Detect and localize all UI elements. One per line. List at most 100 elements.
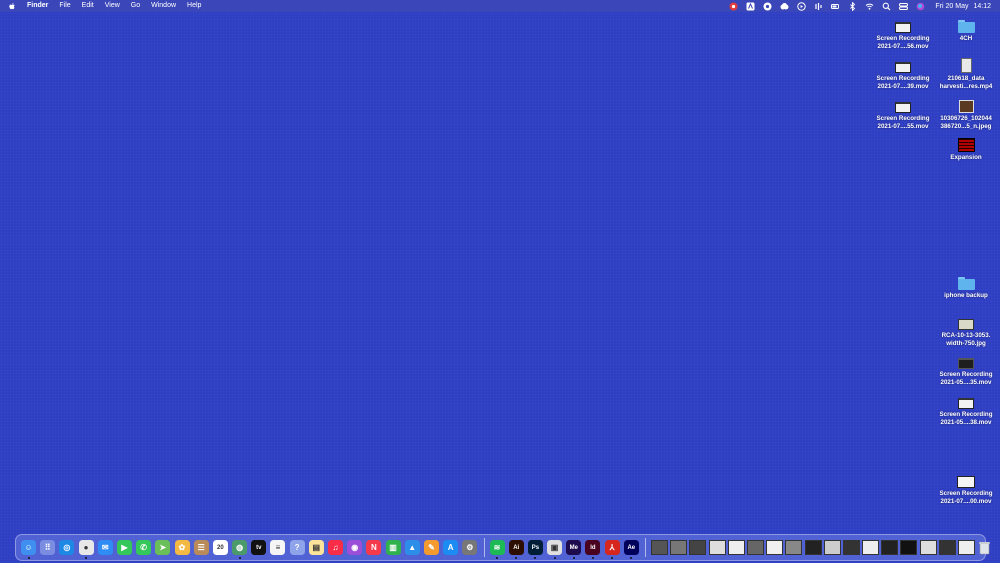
dock-minimized-window-thumbnail[interactable] xyxy=(670,540,688,555)
desktop-file-rca-jpg[interactable]: RCA-10-13-3053. width-750.jpg xyxy=(934,312,998,348)
dock-app-contacts-icon[interactable]: ☰ xyxy=(193,540,209,555)
desktop-file-screen-recording-35[interactable]: Screen Recording 2021-05....35.mov xyxy=(934,351,998,387)
menu-file[interactable]: File xyxy=(59,0,70,12)
dock-app-help-icon[interactable]: ? xyxy=(289,540,305,555)
dock-app-maps-icon[interactable]: ➤ xyxy=(155,540,171,555)
dock-app-indesign-icon[interactable]: Id xyxy=(585,540,601,559)
desktop-drive-expansion[interactable]: Expansion xyxy=(934,134,998,162)
play-icon[interactable] xyxy=(797,1,807,11)
dock-minimized-window-thumbnail[interactable] xyxy=(919,540,937,555)
dock-app-launchpad-icon[interactable]: ⠿ xyxy=(40,540,56,555)
dock-minimized-window-thumbnail[interactable] xyxy=(651,540,668,555)
dock-app-glyph: ● xyxy=(83,543,89,552)
running-indicator xyxy=(534,557,537,559)
dock-app-safari-icon[interactable]: ◎ xyxy=(59,540,75,555)
desktop-file-jpeg-photo[interactable]: 10306726_102044 386720...5_n.jpeg xyxy=(934,95,998,131)
dock-app-notes-icon[interactable]: ▤ xyxy=(308,540,324,555)
desktop-folder-4ch[interactable]: 4CH xyxy=(934,15,998,43)
dock-minimized-window-thumbnail[interactable] xyxy=(727,540,745,555)
dock-app-apple-tv-icon[interactable]: tv xyxy=(251,540,267,555)
dock-app-after-effects-icon[interactable]: Ae xyxy=(623,540,639,559)
file-name-line1: Screen Recording xyxy=(876,115,930,122)
desktop-file-screen-recording-39[interactable]: Screen Recording 2021-07....39.mov xyxy=(871,55,935,91)
dock-app-messages-icon[interactable]: ✆ xyxy=(136,540,152,555)
trash-icon[interactable] xyxy=(977,540,992,555)
desktop-file-screen-recording-38[interactable]: Screen Recording 2021-05....38.mov xyxy=(934,391,998,427)
menu-window[interactable]: Window xyxy=(151,0,176,12)
movie-file-icon xyxy=(957,476,975,488)
dock-app-media-encoder-icon[interactable]: Me xyxy=(566,540,582,559)
dock-minimized-window-thumbnail[interactable] xyxy=(823,540,841,555)
file-name-line2: 2021-07....00.mov xyxy=(940,498,992,505)
record-icon[interactable] xyxy=(729,2,738,11)
text-icon[interactable] xyxy=(746,2,755,11)
dock: ☺ ⠿ ◎ ● ✉ ▶ ✆ ➤ ✿ ☰ 20 ◍ tv ≡? ▤ ♫ ◉ N ▥ ▲ ✎ A ⚙ ≋ Ai Ps ▣ Me Id ⅄ Ae xyxy=(15,534,991,561)
dock-minimized-window-thumbnail[interactable] xyxy=(804,540,822,555)
movie-file-icon xyxy=(958,398,974,409)
file-name-line2: 2021-07....39.mov xyxy=(877,83,929,90)
dock-minimized-window-thumbnail[interactable] xyxy=(746,540,764,555)
desktop-file-screen-recording-56[interactable]: Screen Recording 2021-07....56.mov xyxy=(871,15,935,51)
dock-minimized-window-thumbnail[interactable] xyxy=(842,540,860,555)
running-indicator xyxy=(553,557,556,559)
dock-app-earth-icon[interactable]: ◍ xyxy=(232,540,248,559)
apple-menu-icon[interactable] xyxy=(9,0,19,12)
search-icon[interactable] xyxy=(882,2,891,11)
bluetooth-icon[interactable] xyxy=(848,1,857,11)
dock-app-finder-icon[interactable]: ☺ xyxy=(21,540,36,559)
dock-minimized-window-thumbnail[interactable] xyxy=(785,540,803,555)
dock-app-numbers-icon[interactable]: ▥ xyxy=(385,540,401,555)
creative-cloud-icon[interactable] xyxy=(780,2,789,11)
dock-minimized-window-thumbnail[interactable] xyxy=(881,540,899,555)
dock-app-calendar-icon[interactable]: 20 xyxy=(212,540,228,555)
dock-app-keynote-icon[interactable]: ▲ xyxy=(404,540,420,555)
dock-app-facetime-icon[interactable]: ▶ xyxy=(116,540,132,555)
desktop-file-screen-recording-00[interactable]: Screen Recording 2021-07....00.mov xyxy=(934,470,998,506)
chrome-icon[interactable] xyxy=(763,2,772,11)
dock-minimized-window-thumbnail[interactable] xyxy=(900,540,918,555)
menu-finder[interactable]: Finder xyxy=(27,0,48,12)
file-name-line1: RCA-10-13-3053. xyxy=(941,332,991,339)
file-name-line2: 386720...5_n.jpeg xyxy=(940,123,992,130)
dock-app-glyph: ▥ xyxy=(389,543,397,552)
control-center-icon[interactable] xyxy=(899,2,909,11)
dock-app-glyph: ≋ xyxy=(493,543,501,552)
menu-go[interactable]: Go xyxy=(131,0,140,12)
dock-minimized-window-thumbnail[interactable] xyxy=(766,540,784,555)
dock-minimized-window-thumbnail[interactable] xyxy=(862,540,880,555)
dock-app-glyph: ⠿ xyxy=(44,543,51,552)
dock-minimized-window-thumbnail[interactable] xyxy=(708,540,726,555)
desktop-folder-iphone-backup[interactable]: iphone backup xyxy=(934,272,998,300)
dock-app-pages-icon[interactable]: ✎ xyxy=(423,540,439,555)
dock-app-system-preferences-icon[interactable]: ⚙ xyxy=(462,540,478,555)
dock-app-photoshop-icon[interactable]: Ps xyxy=(527,540,543,559)
dock-app-music-icon[interactable]: ♫ xyxy=(328,540,343,555)
menubar-clock[interactable]: Fri 20 May 14:12 xyxy=(935,3,991,10)
dock-app-chrome-icon[interactable]: ● xyxy=(78,540,94,559)
dock-app-glyph: ◉ xyxy=(351,543,359,552)
siri-icon[interactable] xyxy=(916,2,925,11)
dock-app-reminders-icon[interactable]: ≡ xyxy=(270,540,286,555)
menu-edit[interactable]: Edit xyxy=(82,0,94,12)
file-name-line2: 2021-05....35.mov xyxy=(940,379,992,386)
wifi-icon[interactable] xyxy=(865,2,874,11)
dock-app-acrobat-icon[interactable]: ⅄ xyxy=(604,540,620,559)
dock-app-illustrator-icon[interactable]: Ai xyxy=(508,540,524,559)
dock-minimized-window-thumbnail[interactable] xyxy=(689,540,707,555)
menu-help[interactable]: Help xyxy=(187,0,201,12)
dock-app-podcasts-icon[interactable]: ◉ xyxy=(347,540,363,555)
desktop-file-data-harvesting-mp4[interactable]: 210618_data harvesti...res.mp4 xyxy=(934,55,998,91)
dock-app-preview-icon[interactable]: ▣ xyxy=(547,540,563,559)
dock-app-photos-icon[interactable]: ✿ xyxy=(174,540,190,555)
dock-app-mail-icon[interactable]: ✉ xyxy=(97,540,113,555)
dock-minimized-window-thumbnail[interactable] xyxy=(938,540,956,555)
running-indicator xyxy=(27,557,30,559)
menu-view[interactable]: View xyxy=(105,0,120,12)
desktop-file-screen-recording-55[interactable]: Screen Recording 2021-07....55.mov xyxy=(871,95,935,131)
audio-icon[interactable] xyxy=(814,2,823,11)
dock-minimized-window-thumbnail[interactable] xyxy=(958,540,975,555)
dock-app-spotify-icon[interactable]: ≋ xyxy=(489,540,505,559)
dock-app-app-store-icon[interactable]: A xyxy=(443,540,459,555)
battery-icon[interactable] xyxy=(831,2,840,11)
dock-app-news-icon[interactable]: N xyxy=(366,540,382,555)
